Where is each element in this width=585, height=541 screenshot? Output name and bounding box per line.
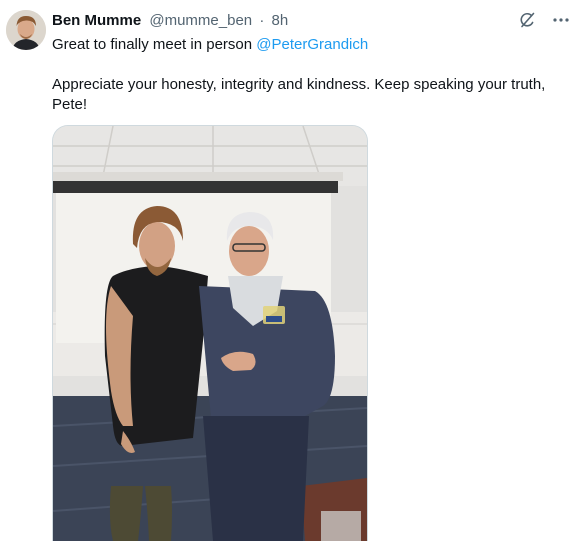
- avatar-photo: [6, 10, 46, 50]
- post-line-1-text: Great to finally meet in person: [52, 36, 257, 53]
- author-avatar[interactable]: [6, 10, 46, 50]
- post-photo[interactable]: [52, 125, 368, 541]
- more-dots-icon[interactable]: [551, 10, 571, 30]
- post-time[interactable]: 8h: [271, 12, 288, 29]
- header-separator: ·: [259, 12, 265, 29]
- post-text: Great to finally meet in person @PeterGr…: [52, 35, 574, 115]
- post-line-2: Appreciate your honesty, integrity and k…: [52, 76, 546, 113]
- author-handle[interactable]: @mumme_ben: [149, 12, 252, 29]
- photo-two-men: [53, 126, 367, 541]
- post-header: Ben Mumme @mumme_ben · 8h: [52, 12, 288, 30]
- post-line-1: Great to finally meet in person @PeterGr…: [52, 35, 574, 55]
- author-name[interactable]: Ben Mumme: [52, 12, 141, 29]
- grok-slash-icon[interactable]: [517, 10, 537, 30]
- post-actions: [517, 10, 571, 30]
- mention-link[interactable]: @PeterGrandich: [256, 36, 368, 53]
